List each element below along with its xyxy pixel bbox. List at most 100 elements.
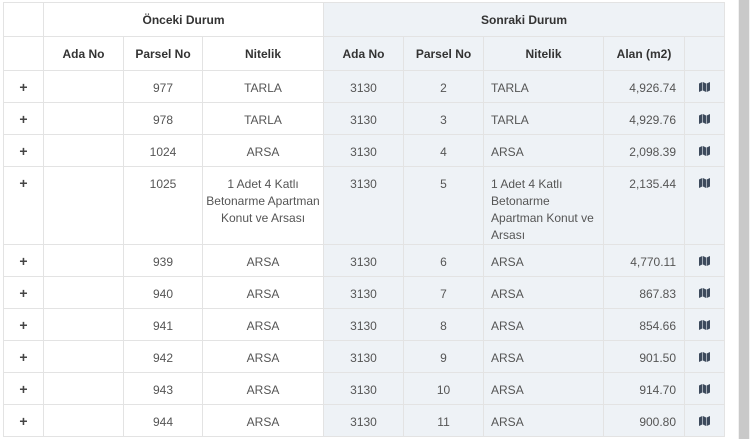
after-parsel-no-cell: 5 [403,166,485,245]
after-nitelik-cell: ARSA [483,340,605,373]
before-ada-no-cell [43,244,124,277]
table-row: + 1024 ARSA 3130 4 ARSA 2,098.39 [3,134,726,167]
after-parsel-no-cell: 3 [403,102,485,135]
before-nitelik-cell: ARSA [201,308,325,341]
map-icon [685,178,724,188]
before-nitelik-cell: TARLA [201,102,325,135]
before-parsel-no-cell: 943 [123,372,203,405]
after-nitelik-cell: ARSA [483,244,605,277]
before-nitelik-cell: 1 Adet 4 Katlı Betonarme Apartman Konut … [201,166,325,245]
map-button[interactable] [684,308,726,341]
table-row: + 940 ARSA 3130 7 ARSA 867.83 [3,276,726,309]
after-parsel-no-cell: 7 [403,276,485,309]
after-parsel-no-cell: 6 [403,244,485,277]
expand-button[interactable]: + [3,276,44,309]
expand-button[interactable]: + [3,308,44,341]
table-row: + 943 ARSA 3130 10 ARSA 914.70 [3,372,726,405]
header-group-row: Önceki Durum Sonraki Durum [3,2,726,37]
after-nitelik-cell: TARLA [483,70,605,103]
before-nitelik-cell: ARSA [201,134,325,167]
expand-button[interactable]: + [3,340,44,373]
expand-button[interactable]: + [3,372,44,405]
before-nitelik-cell: ARSA [201,244,325,277]
after-parsel-no-cell: 10 [403,372,485,405]
before-ada-no-cell [43,70,124,103]
after-parsel-no-cell: 2 [403,70,485,103]
map-button[interactable] [684,372,726,405]
alan-cell: 901.50 [603,340,686,373]
map-button[interactable] [684,102,726,135]
after-nitelik-cell: ARSA [483,372,605,405]
before-parsel-no-cell: 942 [123,340,203,373]
before-ada-no-cell [43,166,124,245]
after-nitelik-cell: TARLA [483,102,605,135]
after-state-header: Sonraki Durum [323,2,726,37]
map-icon [685,416,724,426]
before-ada-no-cell [43,308,124,341]
expand-button[interactable]: + [3,70,44,103]
expand-button[interactable]: + [3,134,44,167]
after-parsel-no-cell: 11 [403,404,485,437]
before-ada-no-cell [43,276,124,309]
before-parsel-no-cell: 939 [123,244,203,277]
after-ada-no-cell: 3130 [323,166,405,245]
before-parsel-no-cell: 944 [123,404,203,437]
after-nitelik-cell: 1 Adet 4 Katlı Betonarme Apartman Konut … [483,166,605,245]
before-parsel-no-cell: 941 [123,308,203,341]
after-nitelik-cell: ARSA [483,134,605,167]
before-ada-no-cell [43,340,124,373]
before-parsel-no-cell: 940 [123,276,203,309]
after-nitelik-cell: ARSA [483,404,605,437]
before-ada-no-cell [43,372,124,405]
map-button[interactable] [684,340,726,373]
map-column-header [684,36,726,71]
map-button[interactable] [684,404,726,437]
expand-button[interactable]: + [3,404,44,437]
map-button[interactable] [684,276,726,309]
plus-icon: + [19,175,28,191]
after-nitelik-header: Nitelik [483,36,605,71]
plus-icon: + [19,317,28,333]
before-nitelik-cell: ARSA [201,340,325,373]
table-row: + 977 TARLA 3130 2 TARLA 4,926.74 [3,70,726,103]
plus-icon: + [19,285,28,301]
expand-button[interactable]: + [3,166,44,245]
alan-cell: 2,098.39 [603,134,686,167]
page-scrollbar-thumb[interactable] [739,0,749,439]
before-parsel-no-cell: 1024 [123,134,203,167]
table-row: + 944 ARSA 3130 11 ARSA 900.80 [3,404,726,437]
after-parsel-no-cell: 4 [403,134,485,167]
before-nitelik-header: Nitelik [201,36,325,71]
table-row: + 939 ARSA 3130 6 ARSA 4,770.11 [3,244,726,277]
alan-cell: 4,770.11 [603,244,686,277]
plus-icon: + [19,253,28,269]
map-button[interactable] [684,244,726,277]
after-ada-no-cell: 3130 [323,308,405,341]
before-parsel-no-cell: 978 [123,102,203,135]
plus-icon: + [19,79,28,95]
alan-cell: 4,926.74 [603,70,686,103]
map-icon [685,384,724,394]
after-ada-no-cell: 3130 [323,404,405,437]
alan-header: Alan (m2) [603,36,686,71]
alan-cell: 914.70 [603,372,686,405]
after-nitelik-cell: ARSA [483,308,605,341]
table-row: + 1025 1 Adet 4 Katlı Betonarme Apartman… [3,166,726,245]
expand-button[interactable]: + [3,102,44,135]
plus-icon: + [19,381,28,397]
map-button[interactable] [684,70,726,103]
before-ada-no-cell [43,404,124,437]
table-row: + 941 ARSA 3130 8 ARSA 854.66 [3,308,726,341]
plus-icon: + [19,111,28,127]
map-button[interactable] [684,134,726,167]
expand-button[interactable]: + [3,244,44,277]
after-ada-no-cell: 3130 [323,372,405,405]
table-row: + 978 TARLA 3130 3 TARLA 4,929.76 [3,102,726,135]
after-ada-no-cell: 3130 [323,276,405,309]
expand-column-subheader [3,36,44,71]
map-button[interactable] [684,166,726,245]
header-column-row: Ada No Parsel No Nitelik Ada No Parsel N… [3,36,726,71]
map-icon [685,82,724,92]
after-ada-no-cell: 3130 [323,70,405,103]
after-ada-no-cell: 3130 [323,134,405,167]
